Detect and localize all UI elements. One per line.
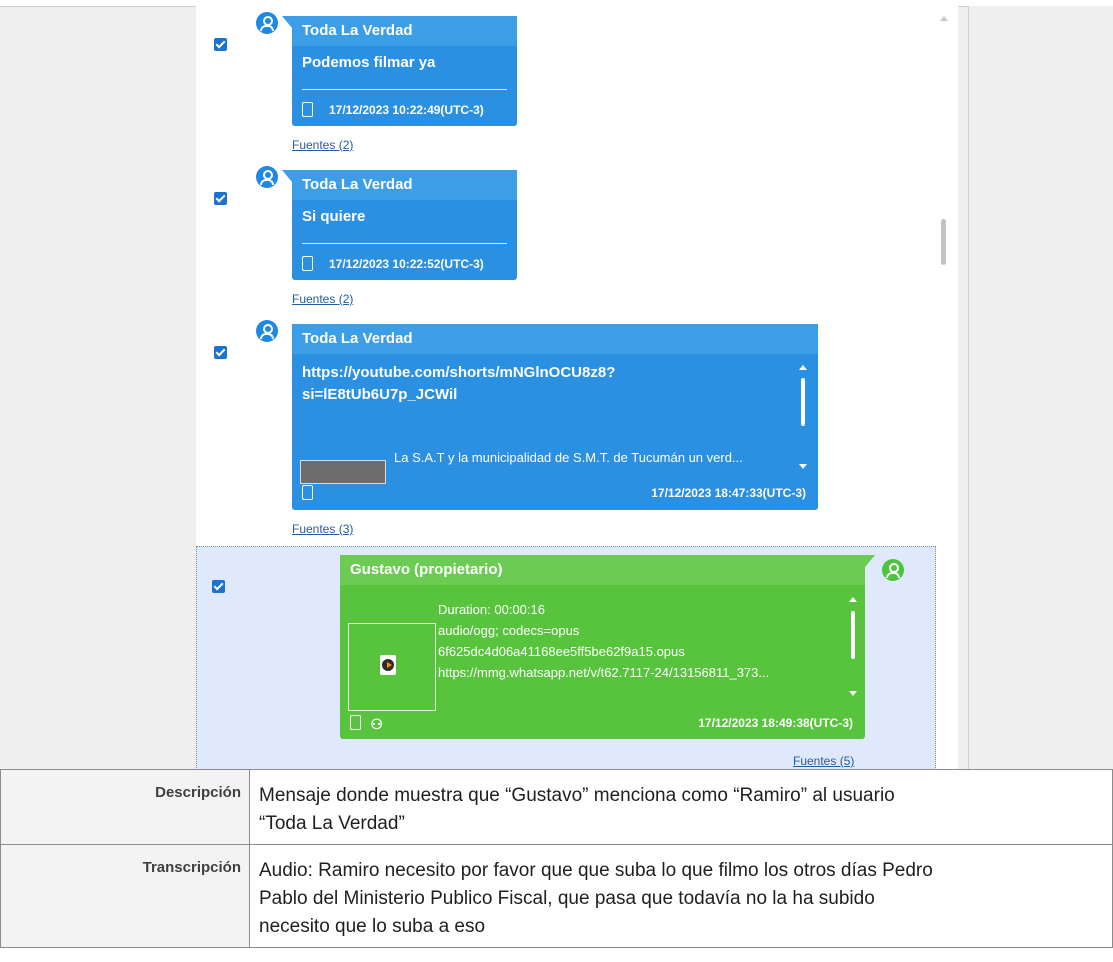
sources-link[interactable]: Fuentes (5) — [793, 754, 854, 768]
message-text: Si quiere — [302, 208, 366, 225]
description-line: Mensaje donde muestra que “Gustavo” menc… — [259, 785, 895, 806]
message-sender: Toda La Verdad — [292, 324, 818, 354]
audio-duration: Duration: 00:00:16 — [438, 602, 545, 617]
owner-avatar-icon — [882, 559, 904, 581]
message-footer: 17/12/2023 18:47:33(UTC-3) — [302, 483, 808, 503]
user-avatar-icon — [256, 166, 278, 188]
phone-icon — [350, 715, 361, 731]
scroll-up-arrow-icon[interactable] — [940, 16, 948, 21]
audio-attachment[interactable] — [348, 623, 436, 711]
phone-icon — [302, 102, 313, 118]
message-footer: 17/12/2023 10:22:52(UTC-3) — [302, 254, 507, 274]
message-sender: Toda La Verdad — [292, 16, 517, 46]
inner-scroll-up-icon[interactable] — [799, 365, 807, 370]
video-thumbnail[interactable] — [300, 460, 386, 484]
link-line-2: si=lE8tUb6U7p_JCWil — [302, 386, 458, 403]
details-table: Descripción Mensaje donde muestra que “G… — [0, 769, 1113, 948]
transcription-line: Audio: Ramiro necesito por favor que que… — [259, 860, 933, 881]
inner-scrollbar-thumb[interactable] — [851, 611, 855, 659]
message-bubble[interactable]: Toda La Verdad https://youtube.com/short… — [292, 324, 818, 510]
inner-scroll-down-icon[interactable] — [799, 464, 807, 469]
phone-icon — [302, 485, 313, 501]
transcription-value: Audio: Ramiro necesito por favor que que… — [249, 844, 1113, 948]
inner-scroll-down-icon[interactable] — [849, 691, 857, 696]
transcription-label: Transcripción — [0, 844, 250, 948]
sources-link[interactable]: Fuentes (2) — [292, 138, 353, 152]
message-timestamp: 17/12/2023 18:49:38(UTC-3) — [698, 716, 853, 730]
sources-link[interactable]: Fuentes (2) — [292, 292, 353, 306]
message-bubble-outgoing[interactable]: Gustavo (propietario) Duration: 00:00:16… — [340, 555, 875, 739]
message-bubble[interactable]: Toda La Verdad Si quiere 17/12/2023 10:2… — [282, 170, 517, 280]
description-label: Descripción — [0, 769, 250, 845]
message-timestamp: 17/12/2023 18:47:33(UTC-3) — [651, 486, 806, 500]
transcription-line: Pablo del Ministerio Publico Fiscal, que… — [259, 888, 875, 909]
message-footer: 17/12/2023 10:22:49(UTC-3) — [302, 100, 507, 120]
description-line: “Toda La Verdad” — [259, 813, 405, 834]
user-avatar-icon — [256, 320, 278, 342]
phone-icon — [302, 256, 313, 272]
right-panel — [968, 6, 1113, 769]
message-divider — [302, 89, 507, 90]
inner-scrollbar-thumb[interactable] — [801, 378, 805, 426]
message-checkbox[interactable] — [212, 580, 225, 593]
message-sender: Gustavo (propietario) — [340, 555, 865, 585]
message-divider — [302, 243, 507, 244]
message-checkbox[interactable] — [214, 38, 227, 51]
bubble-tail — [282, 170, 292, 182]
audio-metadata: Duration: 00:00:16 audio/ogg; codecs=opu… — [438, 599, 843, 683]
chat-viewport[interactable]: Toda La Verdad Podemos filmar ya 17/12/2… — [196, 6, 958, 769]
description-value: Mensaje donde muestra que “Gustavo” menc… — [249, 769, 1113, 845]
sources-link[interactable]: Fuentes (3) — [292, 522, 353, 536]
vertical-scrollbar-thumb[interactable] — [941, 219, 946, 265]
link-preview-text: La S.A.T y la municipalidad de S.M.T. de… — [394, 450, 743, 465]
message-bubble[interactable]: Toda La Verdad Podemos filmar ya 17/12/2… — [282, 16, 517, 126]
inner-scroll-up-icon[interactable] — [849, 597, 857, 602]
bubble-tail — [865, 555, 875, 567]
group-icon: ⚇ — [370, 715, 383, 732]
audio-url: https://mmg.whatsapp.net/v/t62.7117-24/1… — [438, 665, 770, 680]
user-avatar-icon — [256, 12, 278, 34]
transcription-line: necesito que lo suba a eso — [259, 916, 486, 937]
message-checkbox[interactable] — [214, 346, 227, 359]
audio-file-icon — [380, 655, 396, 675]
audio-filename: 6f625dc4d06a41168ee5ff5be62f9a15.opus — [438, 644, 685, 659]
message-sender: Toda La Verdad — [292, 170, 517, 200]
link-text[interactable]: https://youtube.com/shorts/mNGlnOCU8z8? … — [292, 354, 818, 406]
audio-mime: audio/ogg; codecs=opus — [438, 623, 580, 638]
message-footer: ⚇ 17/12/2023 18:49:38(UTC-3) — [350, 713, 855, 733]
selected-message-row[interactable]: Gustavo (propietario) Duration: 00:00:16… — [196, 546, 936, 769]
message-timestamp: 17/12/2023 10:22:52(UTC-3) — [329, 257, 484, 271]
bubble-tail — [282, 16, 292, 28]
link-line-1: https://youtube.com/shorts/mNGlnOCU8z8? — [302, 364, 616, 381]
message-checkbox[interactable] — [214, 192, 227, 205]
message-text: Podemos filmar ya — [302, 54, 436, 71]
message-timestamp: 17/12/2023 10:22:49(UTC-3) — [329, 103, 484, 117]
